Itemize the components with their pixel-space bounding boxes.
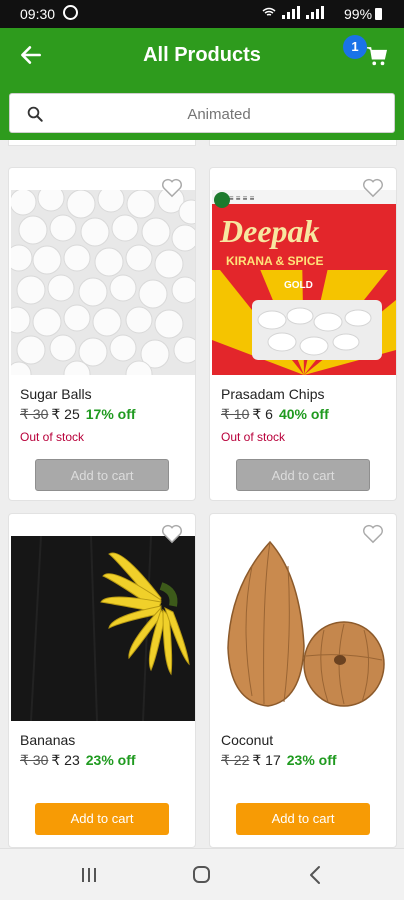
add-to-cart-button[interactable]: Add to cart (35, 803, 169, 835)
product-prices: ₹ 22 ₹ 17 23% off (221, 752, 337, 769)
system-nav-bar (0, 848, 404, 900)
partial-product-card (209, 140, 397, 146)
app-bar: All Products 1 (0, 28, 404, 88)
product-card-coconut[interactable]: Coconut ₹ 22 ₹ 17 23% off Add to cart (209, 513, 397, 848)
product-mrp: ₹ 30 (20, 406, 49, 422)
product-price: ₹ 6 (252, 406, 273, 422)
system-back-icon[interactable] (309, 865, 321, 885)
product-name: Coconut (221, 732, 274, 748)
product-mrp: ₹ 10 (221, 406, 250, 422)
wishlist-heart-icon[interactable] (161, 524, 183, 544)
bananas-image (11, 536, 195, 721)
package-variant-text: GOLD (284, 280, 313, 291)
product-prices: ₹ 30 ₹ 23 23% off (20, 752, 136, 769)
product-discount: 17% off (85, 406, 136, 422)
wishlist-heart-icon[interactable] (362, 178, 384, 198)
product-price: ₹ 17 (252, 752, 281, 768)
recent-apps-icon[interactable] (80, 867, 98, 883)
stock-status: Out of stock (221, 430, 286, 444)
partial-product-card (8, 140, 196, 146)
product-name: Bananas (20, 732, 76, 748)
product-price: ₹ 23 (51, 752, 80, 768)
package-brand-text: Deepak (219, 213, 320, 249)
product-discount: 23% off (286, 752, 337, 768)
package-tagline-text: KIRANA & SPICE (226, 254, 324, 268)
wishlist-heart-icon[interactable] (362, 524, 384, 544)
product-name: Sugar Balls (20, 386, 92, 402)
prasadam-chips-image: ≡ ≡ ≡ ≡ ≡ Deepak KIRANA & SPICE GOLD (212, 190, 396, 375)
coconut-image (212, 536, 396, 721)
add-to-cart-button[interactable]: Add to cart (236, 803, 370, 835)
battery-level: 99% (344, 6, 373, 22)
search-bar (0, 88, 404, 140)
product-name: Prasadam Chips (221, 386, 325, 402)
stock-status: Out of stock (20, 430, 85, 444)
product-card-bananas[interactable]: Bananas ₹ 30 ₹ 23 23% off Add to cart (8, 513, 196, 848)
product-prices: ₹ 30 ₹ 25 17% off (20, 406, 136, 423)
cart-icon[interactable] (366, 45, 388, 67)
status-time: 09:30 (20, 6, 56, 22)
product-mrp: ₹ 22 (221, 752, 250, 768)
search-input[interactable] (54, 101, 384, 127)
add-to-cart-button[interactable]: Add to cart (236, 459, 370, 491)
signal-icons (262, 6, 336, 23)
add-to-cart-button[interactable]: Add to cart (35, 459, 169, 491)
battery-icon (375, 8, 382, 20)
search-box (9, 93, 395, 133)
product-prices: ₹ 10 ₹ 6 40% off (221, 406, 329, 423)
product-grid: Sugar Balls ₹ 30 ₹ 25 17% off Out of stock… (0, 140, 404, 848)
product-discount: 40% off (278, 406, 329, 422)
product-card-sugar-balls[interactable]: Sugar Balls ₹ 30 ₹ 25 17% off Out of stock… (8, 167, 196, 501)
wishlist-heart-icon[interactable] (161, 178, 183, 198)
product-discount: 23% off (85, 752, 136, 768)
product-card-prasadam-chips[interactable]: ≡ ≡ ≡ ≡ ≡ Deepak KIRANA & SPICE GOLD Pra… (209, 167, 397, 501)
search-icon (27, 106, 43, 122)
product-mrp: ₹ 30 (20, 752, 49, 768)
cart-count-badge: 1 (343, 35, 367, 59)
product-price: ₹ 25 (51, 406, 80, 422)
status-bar: 09:30 99% (0, 0, 404, 28)
home-icon[interactable] (193, 866, 210, 883)
sugar-balls-image (11, 190, 195, 375)
whatsapp-icon (63, 5, 78, 20)
